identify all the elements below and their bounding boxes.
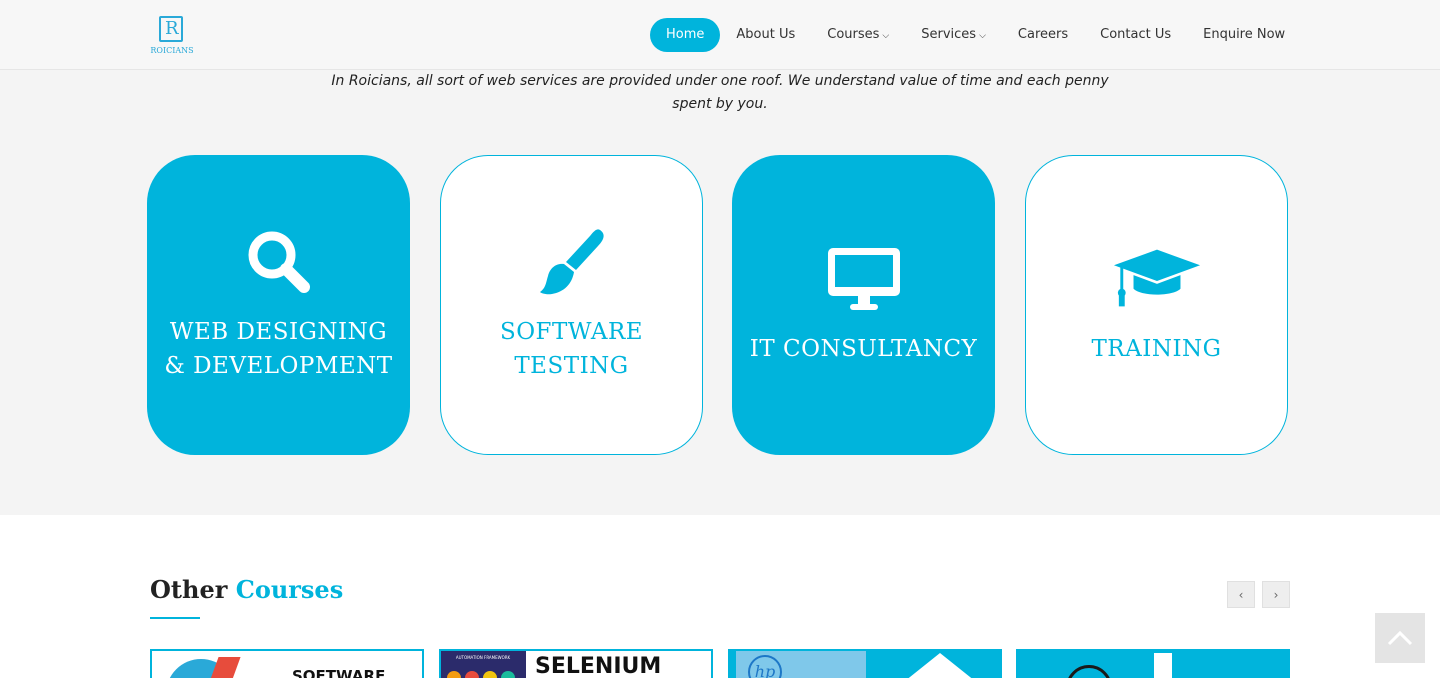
nav-enquire-now[interactable]: Enquire Now	[1187, 18, 1301, 52]
nav-careers-label: Careers	[1017, 27, 1069, 42]
section-title-accent: Courses	[235, 575, 344, 604]
chevron-up-icon	[1387, 630, 1413, 646]
nav-contact-us-label: Contact Us	[1100, 27, 1172, 42]
service-card-title: WEB DESIGNING & DEVELOPMENT	[164, 319, 393, 379]
color-dot	[483, 671, 497, 678]
nav-services[interactable]: Services ⌵	[905, 18, 1002, 52]
top-navbar: R ROICIANS Home About Us Courses ⌵ Servic…	[0, 0, 1440, 70]
service-card-training[interactable]: TRAINING	[1025, 155, 1288, 455]
color-dot	[465, 671, 479, 678]
chevron-down-icon: ⌵	[882, 31, 890, 41]
course-thumbnail-subtext: AUTOMATION FRAMEWORK	[455, 655, 511, 660]
nav-careers[interactable]: Careers	[1002, 18, 1084, 52]
service-card-software-testing[interactable]: SOFTWARE TESTING	[440, 155, 703, 455]
service-card-title: SOFTWARE TESTING	[499, 319, 644, 379]
scroll-to-top-button[interactable]	[1375, 613, 1425, 663]
service-card-it-consultancy[interactable]: IT CONSULTANCY	[732, 155, 995, 455]
course-thumbnail-text: hp	[754, 662, 776, 678]
nav-enquire-now-label: Enquire Now	[1203, 27, 1286, 42]
other-courses-section: Other Courses ‹ › SOFTWARE AUTOMATION FR…	[0, 515, 1440, 678]
nav-about-us-label: About Us	[736, 27, 796, 42]
course-card-software-testing[interactable]: SOFTWARE	[150, 649, 424, 678]
chevron-right-icon: ›	[1273, 587, 1279, 602]
logo-mark: R	[159, 16, 183, 42]
services-section: In Roicians, all sort of web services ar…	[0, 70, 1440, 515]
nav-contact-us[interactable]: Contact Us	[1084, 18, 1187, 52]
nav-services-label: Services	[921, 27, 977, 42]
nav-courses[interactable]: Courses ⌵	[811, 18, 905, 52]
service-card-title: TRAINING	[1091, 336, 1222, 362]
course-thumbnail-text: SELENIUM	[535, 654, 662, 678]
course-thumbnail-graphic: AUTOMATION FRAMEWORK	[441, 651, 526, 678]
course-card-support[interactable]	[1016, 649, 1290, 678]
nav-courses-label: Courses	[827, 27, 880, 42]
search-icon	[234, 227, 324, 297]
paint-brush-icon	[527, 227, 617, 297]
chevron-left-icon: ‹	[1238, 587, 1244, 602]
main-nav: Home About Us Courses ⌵ Services ⌵ Careers…	[650, 18, 1301, 52]
section-title-prefix: Other	[150, 575, 228, 604]
color-dot	[447, 671, 461, 678]
carousel-next-button[interactable]: ›	[1262, 581, 1290, 608]
course-thumbnail-graphic	[890, 653, 990, 678]
logo-letter: R	[165, 18, 179, 39]
desktop-icon	[819, 244, 909, 314]
course-card-selenium[interactable]: AUTOMATION FRAMEWORK SELENIUM	[439, 649, 713, 678]
headset-icon	[1066, 665, 1112, 678]
nav-home[interactable]: Home	[650, 18, 721, 52]
graduation-cap-icon	[1112, 244, 1202, 314]
section-title: Other Courses	[150, 575, 343, 604]
carousel-prev-button[interactable]: ‹	[1227, 581, 1255, 608]
chevron-down-icon: ⌵	[979, 31, 986, 41]
logo-text: ROICIANS	[150, 46, 194, 55]
course-thumbnail-text: SOFTWARE	[292, 667, 386, 678]
nav-home-label: Home	[666, 27, 705, 42]
roicians-logo[interactable]: R ROICIANS	[150, 16, 194, 58]
course-card-hp[interactable]: hp	[728, 649, 1002, 678]
services-intro: In Roicians, all sort of web services ar…	[331, 73, 1109, 112]
color-dot	[501, 671, 515, 678]
course-thumbnail-panel	[1154, 653, 1172, 678]
title-underline	[150, 617, 200, 619]
service-card-web-design[interactable]: WEB DESIGNING & DEVELOPMENT	[147, 155, 410, 455]
nav-about-us[interactable]: About Us	[720, 18, 811, 52]
service-card-title: IT CONSULTANCY	[749, 336, 978, 362]
